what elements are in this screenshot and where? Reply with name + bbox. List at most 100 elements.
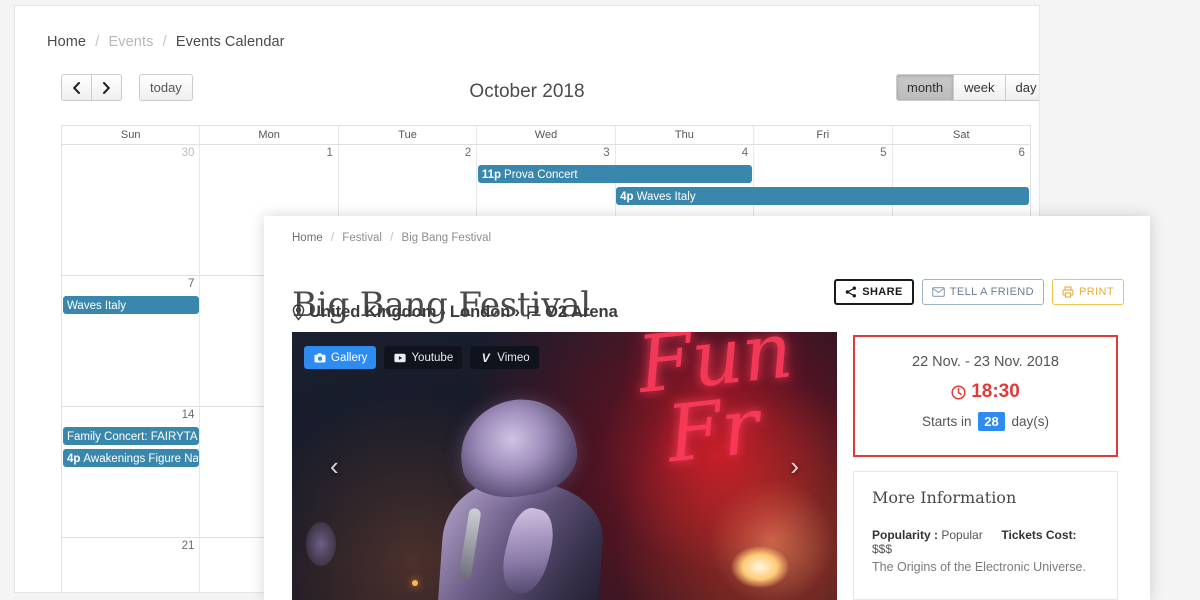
calendar-day-number: 14 xyxy=(181,409,195,421)
calendar-day-number: 30 xyxy=(181,147,195,159)
location-venue: O2 Arena xyxy=(545,302,618,321)
vimeo-icon: V xyxy=(481,350,490,365)
event-time: 18:30 xyxy=(855,381,1116,403)
calendar-day-header: Sat xyxy=(952,129,970,141)
calendar-event-time: 4p xyxy=(620,191,634,203)
calendar-day-header: Wed xyxy=(477,126,616,144)
detail-breadcrumb-item-home[interactable]: Home xyxy=(292,232,323,244)
calendar-day-number: 2 xyxy=(464,147,472,159)
calendar-day-header: Fri xyxy=(754,126,893,144)
tab-youtube[interactable]: Youtube xyxy=(384,346,463,369)
calendar-day-header: Sun xyxy=(62,126,201,144)
event-countdown: Starts in 28 day(s) xyxy=(855,412,1116,431)
stage-spotlight xyxy=(731,546,789,588)
view-button-day[interactable]: day xyxy=(1005,74,1039,101)
calendar-day-cell[interactable]: 30 xyxy=(62,145,201,275)
tickets-cost-label: Tickets Cost: xyxy=(1001,528,1077,542)
detail-breadcrumb: Home / Festival / Big Bang Festival xyxy=(292,232,491,244)
calendar-event-title: Family Concert: FAIRYTALE xyxy=(67,431,200,443)
calendar-event-title: Waves Italy xyxy=(636,191,696,203)
share-button-label: SHARE xyxy=(862,286,903,298)
tell-a-friend-button[interactable]: TELL A FRIEND xyxy=(921,279,1044,305)
camera-icon xyxy=(313,351,326,364)
detail-breadcrumb-separator: / xyxy=(330,232,335,244)
calendar-day-number: 1 xyxy=(326,147,333,159)
calendar-event[interactable]: 4p Waves Italy xyxy=(616,187,1029,205)
popularity-value: Popular xyxy=(941,528,983,542)
event-date-card: 22 Nov. - 23 Nov. 2018 18:30 Starts in 2… xyxy=(853,335,1118,457)
calendar-event-time: 4p xyxy=(67,453,81,465)
detail-breadcrumb-item-current: Big Bang Festival xyxy=(401,232,492,244)
calendar-event[interactable]: 11p Prova Concert xyxy=(477,165,753,183)
more-information-meta: Popularity : Popular Tickets Cost: $$$ xyxy=(872,528,1099,556)
detail-breadcrumb-separator: / xyxy=(390,232,394,244)
event-time-value: 18:30 xyxy=(971,381,1020,402)
tell-a-friend-label: TELL A FRIEND xyxy=(949,286,1034,298)
calendar-event[interactable]: Waves Italy xyxy=(63,296,200,314)
calendar-day-number: 21 xyxy=(181,540,195,552)
more-information-title: More Information xyxy=(872,488,1017,507)
gallery-prev-arrow[interactable]: ‹ xyxy=(330,453,339,479)
breadcrumb-separator: / xyxy=(162,34,167,50)
tab-vimeo[interactable]: V Vimeo xyxy=(470,346,539,369)
breadcrumb-item-events-calendar: Events Calendar xyxy=(175,34,285,50)
view-button-week[interactable]: week xyxy=(954,74,1006,101)
calendar-event-title: Waves Italy xyxy=(67,300,127,312)
neon-text-bottom: Fr xyxy=(662,381,764,481)
calendar-day-number: 4 xyxy=(741,147,749,159)
countdown-suffix: day(s) xyxy=(1011,414,1050,429)
print-button[interactable]: PRINT xyxy=(1052,279,1124,305)
calendar-day-cell[interactable]: 21 xyxy=(62,538,201,592)
calendar-day-header: Tue xyxy=(339,126,478,144)
more-information-description: The Origins of the Electronic Universe. xyxy=(872,560,1086,574)
calendar-day-number: 3 xyxy=(603,147,610,159)
breadcrumb-item-events[interactable]: Events xyxy=(109,34,154,50)
event-media-gallery: Fun Fr Gallery Youtube V Vimeo ‹ › xyxy=(292,332,837,600)
breadcrumb-separator: / xyxy=(95,34,100,50)
stage-dot-light xyxy=(412,580,418,586)
action-buttons: SHARE TELL A FRIEND PRINT xyxy=(834,279,1124,305)
calendar-day-number: 5 xyxy=(880,147,887,159)
view-button-month[interactable]: month xyxy=(896,74,955,101)
envelope-icon xyxy=(931,287,945,297)
print-button-label: PRINT xyxy=(1079,286,1114,298)
media-tabs: Gallery Youtube V Vimeo xyxy=(304,346,539,369)
calendar-event[interactable]: 4pAwakenings Figure Nacht xyxy=(63,449,200,467)
calendar-day-number: 7 xyxy=(188,278,195,290)
breadcrumb-item-home[interactable]: Home xyxy=(47,34,86,50)
tickets-cost-value: $$$ xyxy=(872,542,893,556)
gallery-next-arrow[interactable]: › xyxy=(790,453,799,479)
tab-gallery[interactable]: Gallery xyxy=(304,346,377,369)
tab-youtube-label: Youtube xyxy=(411,351,454,364)
location-country: United Kingdom xyxy=(309,302,437,321)
breadcrumb: Home / Events / Events Calendar xyxy=(47,34,285,50)
gallery-photo: Fun Fr xyxy=(292,332,837,600)
calendar-day-number: 6 xyxy=(1018,147,1025,159)
calendar-event-title: Awakenings Figure Nacht xyxy=(83,453,199,465)
tab-gallery-label: Gallery xyxy=(331,351,368,364)
calendar-title: October 2018 xyxy=(469,81,585,102)
share-icon xyxy=(845,286,857,298)
youtube-icon xyxy=(393,351,406,364)
flag-icon xyxy=(527,305,539,320)
countdown-days: 28 xyxy=(978,412,1005,431)
share-button[interactable]: SHARE xyxy=(834,279,914,305)
location-separator: › xyxy=(440,302,446,321)
calendar-day-header: Thu xyxy=(616,126,755,144)
calendar-day-headers: Sun Mon Tue Wed Thu Fri Sat xyxy=(62,126,1030,145)
printer-icon xyxy=(1062,286,1074,298)
countdown-prefix: Starts in xyxy=(921,414,972,429)
calendar-day-header: Mon xyxy=(200,126,339,144)
location-city: London xyxy=(449,302,511,321)
calendar-view-switcher: month week day xyxy=(896,74,1039,101)
event-location: United Kingdom › London › O2 Arena xyxy=(292,302,618,322)
map-pin-icon xyxy=(292,303,305,321)
calendar-event-title: Prova Concert xyxy=(504,169,578,181)
detail-breadcrumb-item-festival[interactable]: Festival xyxy=(342,232,382,244)
tab-vimeo-label: Vimeo xyxy=(497,351,530,364)
calendar-event[interactable]: Family Concert: FAIRYTALE xyxy=(63,427,200,445)
more-information-card: More Information Popularity : Popular Ti… xyxy=(853,471,1118,600)
event-date-range: 22 Nov. - 23 Nov. 2018 xyxy=(912,354,1059,370)
popularity-label: Popularity : xyxy=(872,528,939,542)
event-detail-panel: Home / Festival / Big Bang Festival Big … xyxy=(264,216,1150,600)
